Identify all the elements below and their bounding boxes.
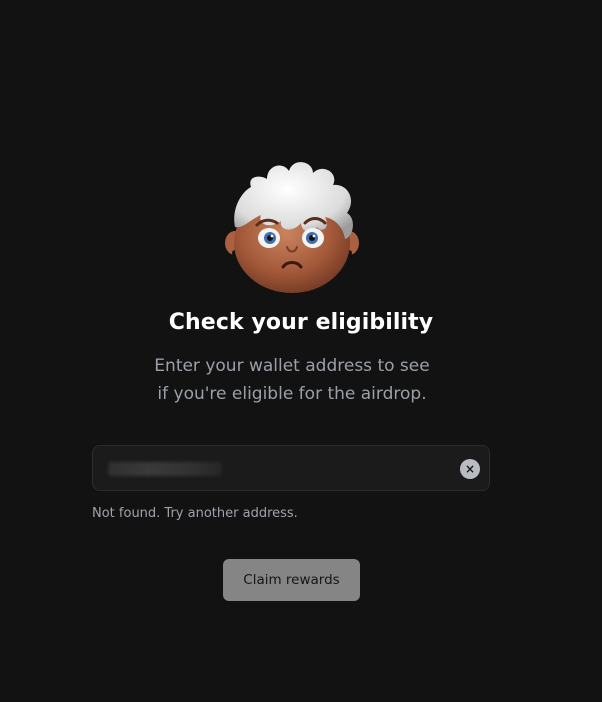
eligibility-page: Check your eligibility Enter your wallet… (0, 0, 602, 702)
claim-rewards-button[interactable]: Claim rewards (223, 559, 360, 601)
subtitle-line-2: if you're eligible for the airdrop. (157, 384, 427, 404)
subtitle-line-1: Enter your wallet address to see (154, 356, 430, 376)
error-message: Not found. Try another address. (92, 506, 298, 521)
wallet-address-value[interactable] (108, 462, 222, 476)
page-title: Check your eligibility (168, 310, 434, 335)
worried-character-avatar-icon (225, 162, 359, 293)
clear-input-button[interactable]: × (460, 459, 480, 479)
wallet-address-input[interactable]: × (92, 445, 490, 491)
close-icon: × (464, 462, 476, 476)
page-subtitle: Enter your wallet address to see if you'… (0, 352, 584, 408)
